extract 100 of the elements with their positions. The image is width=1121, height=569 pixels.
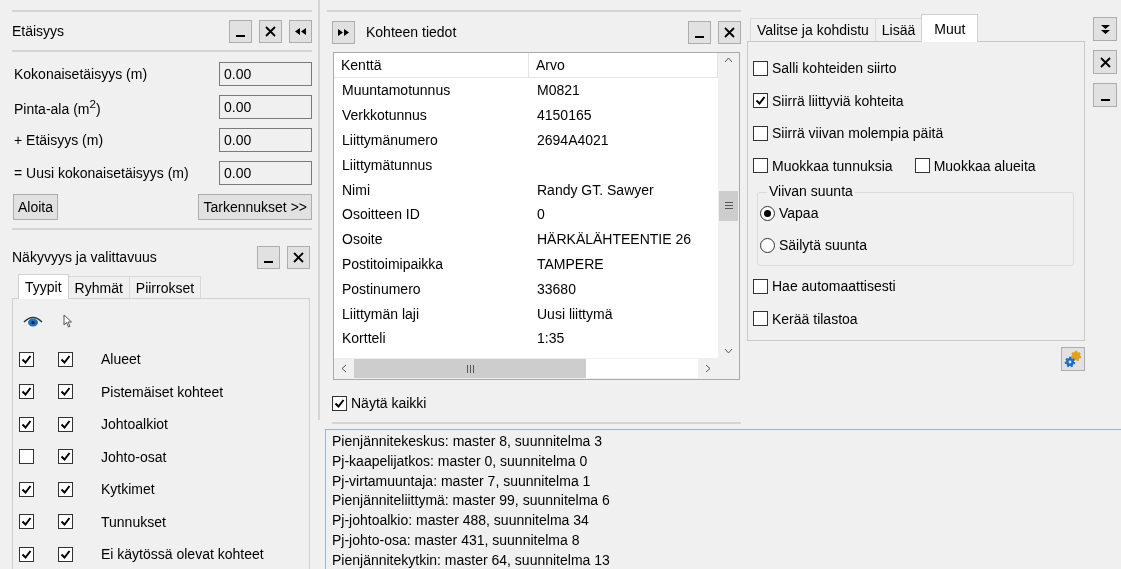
radio-label: Säilytä suunta <box>779 237 867 253</box>
radio-button[interactable] <box>760 205 775 221</box>
checkbox[interactable] <box>19 351 34 367</box>
tab[interactable]: Muut <box>921 14 979 42</box>
table-cell-text: 33680 <box>536 280 577 297</box>
checkbox[interactable] <box>332 395 347 411</box>
checkbox[interactable] <box>753 311 768 327</box>
tab[interactable]: Ryhmät <box>67 276 130 298</box>
log-line: Pj-johtoalkio: master 488, suunnitelma 34 <box>332 511 590 531</box>
expand-button[interactable] <box>332 20 355 44</box>
table-cell-text: Postinumero <box>341 280 422 297</box>
radio-button[interactable] <box>760 237 775 253</box>
collapse-button[interactable] <box>289 19 312 43</box>
checkbox[interactable] <box>753 278 768 294</box>
table-cell-text: 1:35 <box>536 330 566 347</box>
field-label: Pinta-ala (m$^{2}$) <box>14 97 102 117</box>
start-button[interactable]: Aloita <box>13 194 59 220</box>
checkbox[interactable] <box>753 93 768 109</box>
cursor-icon <box>63 314 73 328</box>
checkbox-label: Muokkaa tunnuksia <box>772 157 893 174</box>
table-cell-text: Randy GT. Sawyer <box>536 181 655 198</box>
table-cell-text: Postitoimipaikka <box>341 255 445 272</box>
minimize-icon <box>264 260 273 263</box>
table-cell-text: 2694A4021 <box>536 132 610 148</box>
input-field[interactable]: 0.00 <box>219 95 312 119</box>
scroll-right-icon <box>705 364 711 373</box>
minimize-button[interactable] <box>1093 83 1117 107</box>
layer-label: Johto-osat <box>101 448 167 465</box>
checkbox[interactable] <box>19 449 34 465</box>
table-cell-text: Liittymätunnus <box>341 156 434 173</box>
table-cell-text: Uusi liittymä <box>536 305 614 322</box>
table-cell-text: Liittymän laji <box>341 305 421 322</box>
horizontal-scrollbar[interactable] <box>334 358 739 379</box>
tab[interactable]: Piirrokset <box>128 276 202 298</box>
checkbox[interactable] <box>19 546 34 562</box>
minimize-button[interactable] <box>229 19 252 43</box>
tab[interactable]: Tyypit <box>18 274 69 299</box>
close-icon <box>264 24 277 38</box>
column-header[interactable]: Kenttä <box>334 53 529 77</box>
table-cell-text: Kortteli <box>341 330 387 347</box>
checkbox[interactable] <box>58 514 73 530</box>
checkbox[interactable] <box>753 60 768 76</box>
input-field[interactable]: 0.00 <box>219 161 312 185</box>
checkbox[interactable] <box>753 158 768 174</box>
refine-button[interactable]: Tarkennukset >> <box>198 194 312 220</box>
minimize-button[interactable] <box>257 245 280 269</box>
input-field[interactable]: 0.00 <box>219 128 312 152</box>
checkbox[interactable] <box>58 351 73 367</box>
group-title: Viivan suunta <box>767 183 855 199</box>
layer-label: Alueet <box>101 351 141 368</box>
field-label: = Uusi kokonaisetäisyys (m) <box>14 165 190 181</box>
checkbox[interactable] <box>58 416 73 432</box>
close-button[interactable] <box>1093 50 1117 74</box>
tab[interactable]: Valitse ja kohdistu <box>750 18 876 41</box>
checkbox[interactable] <box>58 481 73 497</box>
close-button[interactable] <box>287 245 310 269</box>
panel-title: Näkyvyys ja valittavuus <box>12 249 158 265</box>
log-line: Pj-johto-osa: master 431, suunnitelma 8 <box>332 531 581 550</box>
checkbox[interactable] <box>19 514 34 530</box>
close-icon <box>292 250 305 264</box>
checkbox-label: Siirrä liittyviä kohteita <box>772 92 904 109</box>
close-button[interactable] <box>718 20 741 44</box>
vertical-scrollbar[interactable] <box>718 53 739 358</box>
scroll-up-icon <box>724 57 733 63</box>
checkbox-label: Muokkaa alueita <box>933 157 1036 174</box>
field-label: + Etäisyys (m) <box>14 132 105 148</box>
radio-label: Vapaa <box>779 205 819 221</box>
table-cell-text: HÄRKÄLÄHTEENTIE 26 <box>536 231 693 248</box>
log-line: Pienjännitekytkin: master 64, suunnitelma 13 <box>332 550 611 569</box>
checkbox[interactable] <box>58 384 73 400</box>
log-line: Pj-kaapelijatkos: master 0, suunnitelma 0 <box>332 451 589 471</box>
checkbox[interactable] <box>58 546 73 562</box>
close-icon <box>1098 55 1112 69</box>
log-line: Pj-virtamuuntaja: master 7, suunnitelma 1 <box>332 471 592 491</box>
checkbox-label: Siirrä viivan molempia päitä <box>772 125 944 142</box>
layer-label: Kytkimet <box>101 481 155 498</box>
checkbox-label: Kerää tilastoa <box>772 310 858 327</box>
checkbox-label: Hae automaattisesti <box>772 278 896 295</box>
log-line: Pienjännitekeskus: master 8, suunnitelma 3 <box>332 432 604 451</box>
checkbox[interactable] <box>753 125 768 141</box>
checkbox[interactable] <box>19 481 34 497</box>
checkbox[interactable] <box>58 449 73 465</box>
table-cell-text: 4150165 <box>536 107 593 124</box>
table-cell-text: TAMPERE <box>536 255 605 272</box>
checkbox-label: Näytä kaikki <box>351 395 427 411</box>
field-label: Kokonaisetäisyys (m) <box>14 66 149 82</box>
panel-title: Etäisyys <box>12 23 66 39</box>
table-cell-text: M0821 <box>536 82 581 99</box>
collapse-button[interactable] <box>1093 17 1117 41</box>
checkbox[interactable] <box>19 416 34 432</box>
checkbox[interactable] <box>19 384 34 400</box>
table-cell-text: 0 <box>536 206 546 223</box>
table-cell-text: Muuntamotunnus <box>341 82 452 99</box>
layer-label: Ei käytössä olevat kohteet <box>101 546 264 563</box>
minimize-button[interactable] <box>688 20 711 44</box>
close-button[interactable] <box>259 19 282 43</box>
input-field[interactable]: 0.00 <box>219 62 312 86</box>
scroll-down-icon <box>724 348 733 354</box>
settings-button[interactable] <box>1061 347 1085 371</box>
checkbox[interactable] <box>914 158 930 174</box>
